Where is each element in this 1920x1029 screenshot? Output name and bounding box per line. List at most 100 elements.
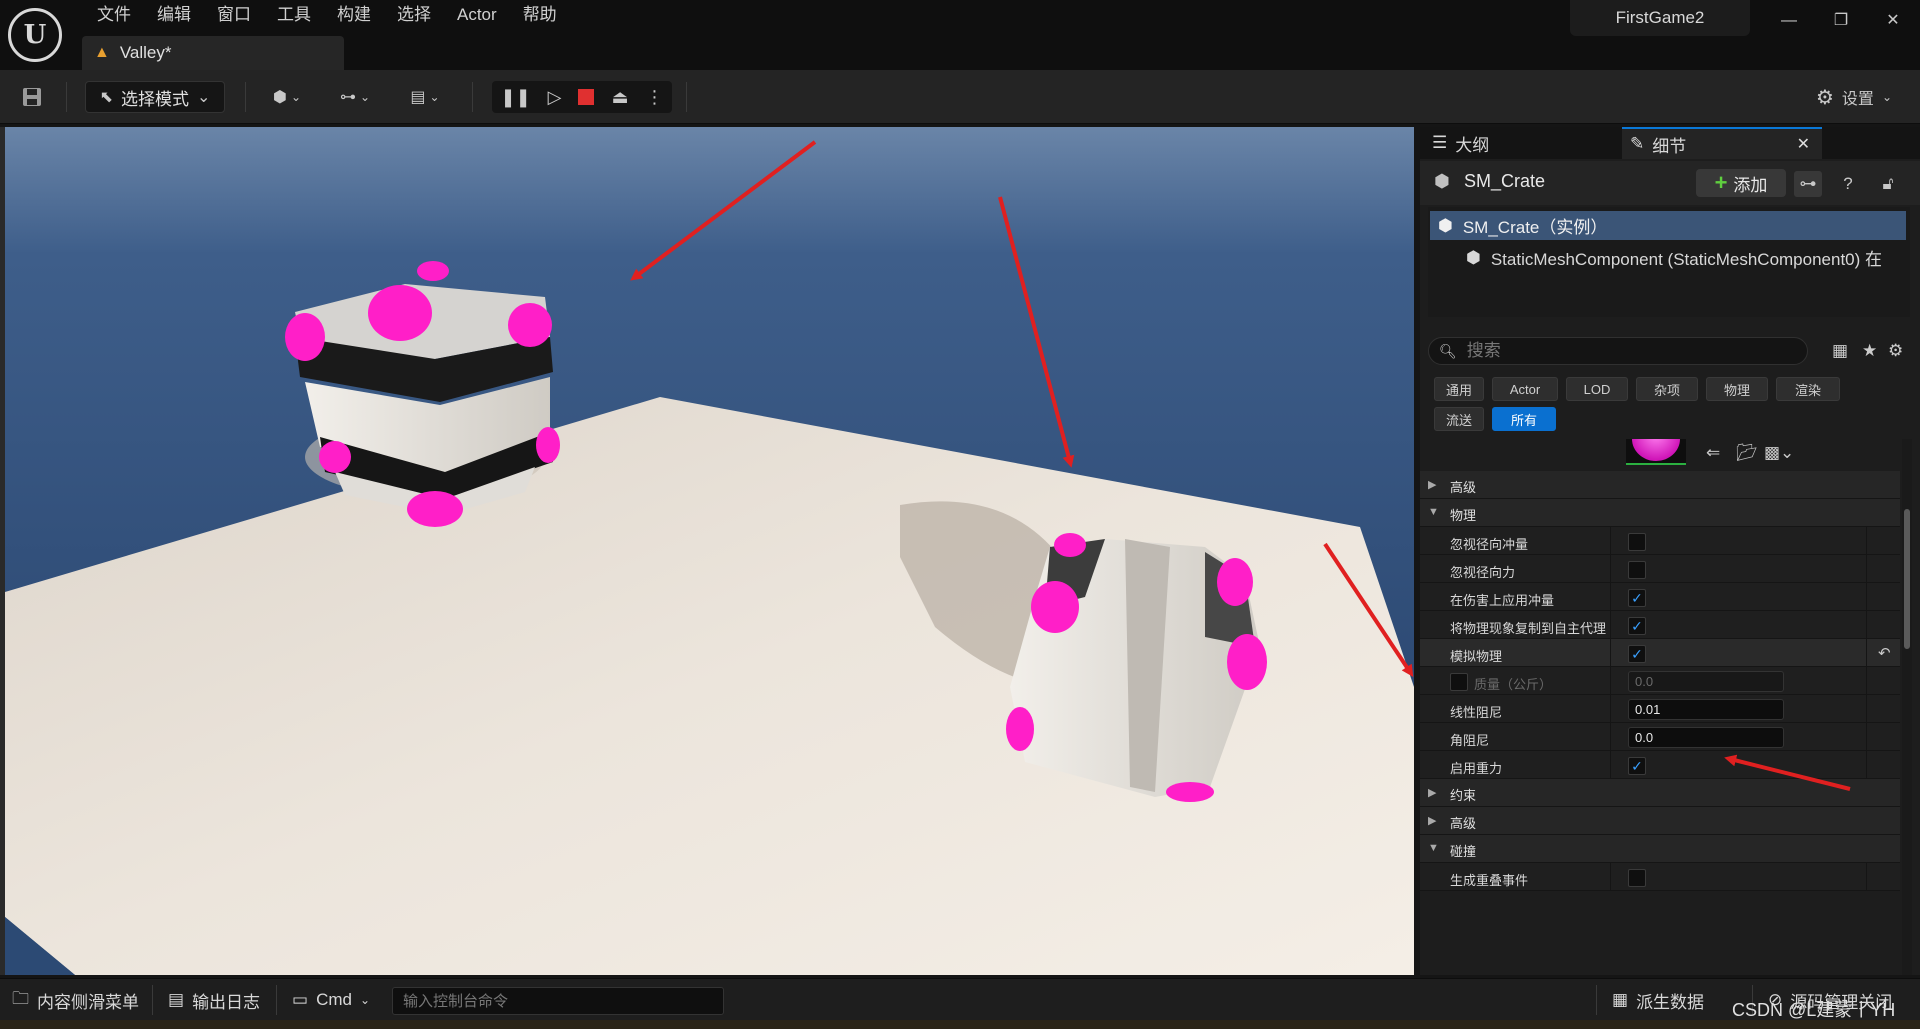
- menu-select[interactable]: 选择: [384, 4, 444, 26]
- blueprint-hierarchy-icon[interactable]: ⊶: [1794, 171, 1822, 197]
- star-icon[interactable]: ★: [1862, 341, 1877, 361]
- save-icon[interactable]: [14, 81, 50, 113]
- bottom-strip: [0, 1020, 1920, 1029]
- derived-data-label: 派生数据: [1636, 992, 1705, 1012]
- panel-tab-bar: ☰ 大纲 ✎ 细节 ✕: [1420, 127, 1920, 159]
- ignore-radial-force-checkbox[interactable]: [1628, 561, 1646, 579]
- menu-file[interactable]: 文件: [84, 4, 144, 26]
- prop-simulate-physics: 模拟物理 ✓ ↶: [1420, 639, 1900, 667]
- menu-help[interactable]: 帮助: [510, 4, 570, 26]
- help-icon[interactable]: ?: [1834, 171, 1862, 197]
- property-scrollbar[interactable]: [1902, 439, 1912, 975]
- prop-label: 线性阻尼: [1450, 705, 1503, 720]
- filter-actor[interactable]: Actor: [1492, 377, 1558, 401]
- search-icon: 🔍︎: [1439, 342, 1457, 359]
- menu-actor[interactable]: Actor: [444, 4, 510, 26]
- derived-data-button[interactable]: ▦ 派生数据: [1612, 987, 1704, 1013]
- title-bar: U 文件 编辑 窗口 工具 构建 选择 Actor 帮助 FirstGame2 …: [0, 0, 1920, 70]
- pencil-icon: ✎: [1630, 134, 1645, 153]
- step-forward-icon[interactable]: ▷: [548, 87, 562, 108]
- details-search: 🔍︎: [1428, 337, 1808, 365]
- content-drawer-button[interactable]: 🗀︎ 内容侧滑菜单: [12, 987, 139, 1013]
- tab-outliner-label: 大纲: [1455, 135, 1490, 155]
- output-log-button[interactable]: ▤ 输出日志: [168, 987, 260, 1013]
- select-mode-dropdown[interactable]: ⬉ 选择模式 ⌄: [85, 81, 225, 113]
- simulate-physics-checkbox[interactable]: ✓: [1628, 645, 1646, 663]
- level-viewport[interactable]: [5, 127, 1414, 975]
- filter-lod[interactable]: LOD: [1566, 377, 1628, 401]
- filter-streaming[interactable]: 流送: [1434, 407, 1484, 431]
- apply-impulse-checkbox[interactable]: ✓: [1628, 589, 1646, 607]
- console-command-input[interactable]: [392, 987, 724, 1015]
- tab-outliner[interactable]: ☰ 大纲: [1424, 127, 1624, 159]
- filter-general[interactable]: 通用: [1434, 377, 1484, 401]
- blueprint-icon: ⊶: [339, 89, 356, 106]
- component-child-label: StaticMeshComponent (StaticMeshComponent…: [1490, 250, 1883, 269]
- lock-icon[interactable]: 🔓︎: [1874, 171, 1902, 197]
- more-icon[interactable]: ⋮: [645, 87, 663, 108]
- close-window-icon[interactable]: ✕: [1880, 8, 1906, 34]
- browse-folder-icon[interactable]: 📂︎: [1736, 443, 1758, 463]
- pause-icon[interactable]: ❚❚: [500, 87, 530, 108]
- filter-misc[interactable]: 杂项: [1636, 377, 1698, 401]
- menu-window[interactable]: 窗口: [204, 4, 264, 26]
- menu-edit[interactable]: 编辑: [144, 4, 204, 26]
- scroll-thumb[interactable]: [1904, 509, 1910, 649]
- annotation-arrow-overlay: [1724, 754, 1851, 791]
- blueprint-button[interactable]: ⊶ ⌄: [330, 81, 380, 113]
- tab-details[interactable]: ✎ 细节 ✕: [1622, 127, 1822, 159]
- actor-header: ⬢ SM_Crate + 添加 ⊶ ? 🔓︎: [1420, 161, 1920, 205]
- status-bar: 🗀︎ 内容侧滑菜单 ▤ 输出日志 ▭ Cmd ⌄ ▦ 派生数据 ⊘ 源码管理关闭: [0, 978, 1920, 1020]
- prop-apply-impulse-on-damage: 在伤害上应用冲量 ✓: [1420, 583, 1900, 611]
- filter-rendering[interactable]: 渲染: [1776, 377, 1840, 401]
- table-view-icon[interactable]: ▦: [1832, 341, 1848, 361]
- filter-all[interactable]: 所有: [1492, 407, 1556, 431]
- add-actor-button[interactable]: ⬢ ⌄: [262, 81, 312, 113]
- eject-icon[interactable]: ⏏: [611, 87, 628, 108]
- replicate-physics-checkbox[interactable]: ✓: [1628, 617, 1646, 635]
- ignore-radial-impulse-checkbox[interactable]: [1628, 533, 1646, 551]
- reset-to-default-icon[interactable]: ↶: [1878, 644, 1891, 662]
- close-tab-icon[interactable]: ✕: [1797, 134, 1810, 154]
- settings-label: 设置: [1841, 91, 1874, 108]
- generate-overlap-checkbox[interactable]: [1628, 869, 1646, 887]
- prop-linear-damping: 线性阻尼 0.01: [1420, 695, 1900, 723]
- statusbar-divider: [276, 985, 277, 1015]
- mass-override-checkbox[interactable]: [1450, 673, 1468, 691]
- unreal-logo-icon[interactable]: U: [8, 8, 62, 62]
- linear-damping-input[interactable]: 0.01: [1628, 699, 1784, 720]
- section-physics-label: 物理: [1450, 508, 1477, 523]
- cmd-selector[interactable]: ▭ Cmd ⌄: [292, 987, 370, 1013]
- menu-tools[interactable]: 工具: [264, 4, 324, 26]
- stop-icon[interactable]: [578, 89, 595, 105]
- section-advanced[interactable]: ▶ 高级: [1420, 471, 1900, 499]
- restore-icon[interactable]: ❐: [1828, 8, 1854, 34]
- settings-button[interactable]: ⚙ 设置 ⌄: [1808, 81, 1900, 113]
- component-tree: ⬢ SM_Crate（实例） ⬢ StaticMeshComponent (St…: [1428, 207, 1910, 317]
- menu-bar: 文件 编辑 窗口 工具 构建 选择 Actor 帮助: [84, 4, 570, 26]
- menu-build[interactable]: 构建: [324, 4, 384, 26]
- prop-label: 忽视径向力: [1450, 565, 1516, 580]
- actor-name: SM_Crate: [1464, 171, 1546, 191]
- texture-options-icon[interactable]: ▩⌄: [1764, 443, 1794, 463]
- cinematics-button[interactable]: ▤ ⌄: [400, 81, 450, 113]
- property-list: ⇐ 📂︎ ▩⌄ ▶ 高级 ▼ 物理 忽视径向冲量 忽视径向力 在伤害上应用冲量 …: [1420, 439, 1900, 975]
- filter-physics[interactable]: 物理: [1706, 377, 1768, 401]
- watermark: CSDN @L建蒙丨YH: [1732, 1000, 1896, 1020]
- add-component-button[interactable]: + 添加: [1696, 169, 1786, 197]
- mass-input[interactable]: 0.0: [1628, 671, 1784, 692]
- material-thumbnail[interactable]: [1626, 439, 1686, 465]
- chevron-down-icon: ⌄: [1881, 90, 1892, 104]
- details-search-input[interactable]: [1466, 341, 1787, 361]
- level-tab[interactable]: ▲ Valley*: [82, 36, 344, 70]
- cmd-label: Cmd: [316, 990, 352, 1009]
- main-toolbar: ⬉ 选择模式 ⌄ ⬢ ⌄ ⊶ ⌄ ▤ ⌄ ❚❚ ▷ ⏏ ⋮ ⚙ 设置 ⌄: [0, 70, 1920, 124]
- use-selected-icon[interactable]: ⇐: [1706, 443, 1720, 463]
- section-physics[interactable]: ▼ 物理: [1420, 499, 1900, 527]
- component-root-item[interactable]: ⬢ SM_Crate（实例）: [1430, 211, 1906, 240]
- gear-icon[interactable]: ⚙: [1888, 341, 1903, 361]
- prop-label: 模拟物理: [1450, 649, 1503, 664]
- prop-generate-overlap-events: 生成重叠事件: [1420, 863, 1900, 891]
- minimize-icon[interactable]: —: [1776, 8, 1802, 34]
- component-child-item[interactable]: ⬢ StaticMeshComponent (StaticMeshCompone…: [1466, 243, 1906, 272]
